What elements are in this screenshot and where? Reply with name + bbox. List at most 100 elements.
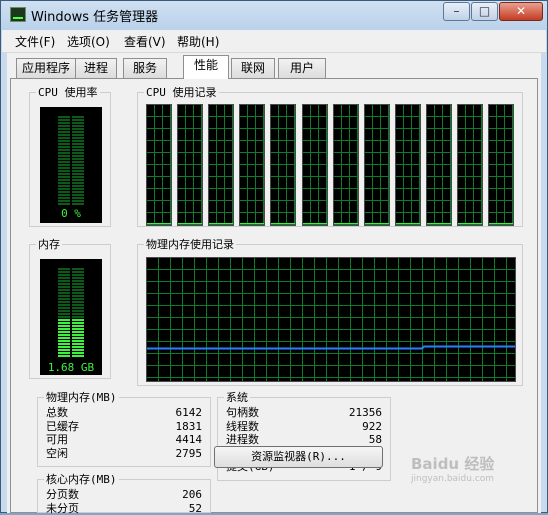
meter-segment (58, 307, 70, 309)
meter-segment (58, 322, 70, 324)
cpu-core-usage-line (209, 223, 233, 224)
stat-label: 总数 (46, 406, 68, 419)
meter-segment (72, 191, 84, 193)
meter-segment (58, 337, 70, 339)
meter-segment (58, 158, 70, 160)
stat-row: 分页数206 (38, 488, 210, 502)
stat-label: 可用 (46, 433, 68, 446)
meter-segment (72, 280, 84, 282)
meter-segment (58, 271, 70, 273)
cpu-core-graph (364, 104, 390, 226)
meter-segment (72, 268, 84, 270)
meter-segment (72, 137, 84, 139)
cpu-core-graph (395, 104, 421, 226)
menu-file[interactable]: 文件(F) (15, 33, 55, 50)
meter-segment (72, 337, 84, 339)
meter-segment (58, 316, 70, 318)
meter-segment (72, 340, 84, 342)
tab-networking[interactable]: 联网 (231, 58, 275, 78)
meter-segment (72, 134, 84, 136)
menu-options[interactable]: 选项(O) (67, 33, 110, 50)
maximize-button[interactable]: □ (471, 2, 498, 21)
meter-segment (58, 176, 70, 178)
meter-segment (58, 185, 70, 187)
memory-history-label: 物理内存使用记录 (144, 236, 236, 252)
meter-segment (72, 286, 84, 288)
meter-segment (58, 340, 70, 342)
meter-segment (58, 143, 70, 145)
meter-segment (58, 152, 70, 154)
meter-segment (72, 316, 84, 318)
meter-segment (58, 119, 70, 121)
meter-segment (72, 179, 84, 181)
meter-segment (58, 313, 70, 315)
meter-segment (72, 200, 84, 202)
resource-monitor-button[interactable]: 资源监视器(R)... (214, 446, 383, 468)
meter-segment (72, 301, 84, 303)
tab-performance[interactable]: 性能 (183, 55, 229, 79)
meter-segment (72, 310, 84, 312)
meter-segment (72, 149, 84, 151)
stat-row: 可用 4414 (38, 433, 210, 447)
meter-segment (58, 268, 70, 270)
meter-segment (58, 298, 70, 300)
stat-value: 58 (369, 433, 382, 446)
meter-segment (72, 152, 84, 154)
tab-services[interactable]: 服务 (123, 58, 167, 78)
meter-segment (72, 343, 84, 345)
watermark: Baidu 经验 jingyan.baidu.com (411, 453, 541, 503)
meter-segment (58, 170, 70, 172)
title-bar[interactable]: Windows 任务管理器 – □ ✕ (1, 1, 547, 29)
minimize-button[interactable]: – (443, 2, 470, 21)
meter-segment (72, 155, 84, 157)
meter-segment (72, 289, 84, 291)
meter-segment (72, 170, 84, 172)
meter-segment (72, 203, 84, 205)
meter-segment (58, 295, 70, 297)
meter-segment (72, 119, 84, 121)
close-button[interactable]: ✕ (499, 2, 543, 21)
meter-segment (58, 304, 70, 306)
physical-memory-group: 物理内存(MB) 总数6142已缓存1831可用4414空闲2795 (37, 397, 211, 467)
watermark-subtext: jingyan.baidu.com (411, 474, 541, 484)
watermark-text: Baidu 经验 (411, 453, 541, 474)
meter-segment (58, 191, 70, 193)
meter-segment (58, 349, 70, 351)
meter-segment (72, 352, 84, 354)
memory-label: 内存 (36, 236, 62, 252)
cpu-core-graph (177, 104, 203, 226)
stat-row: 总数6142 (38, 406, 210, 420)
stat-value: 4414 (176, 433, 203, 446)
tab-applications[interactable]: 应用程序 (16, 58, 76, 78)
meter-segment (58, 310, 70, 312)
meter-segment (58, 292, 70, 294)
meter-segment (58, 188, 70, 190)
tab-users[interactable]: 用户 (278, 58, 326, 78)
meter-segment (58, 352, 70, 354)
meter-segment (72, 313, 84, 315)
cpu-history-group: CPU 使用记录 (137, 92, 523, 227)
meter-segment (72, 355, 84, 357)
meter-segment (58, 197, 70, 199)
menu-help[interactable]: 帮助(H) (177, 33, 219, 50)
meter-segment (58, 140, 70, 142)
meter-segment (72, 164, 84, 166)
tab-processes[interactable]: 进程 (75, 58, 117, 78)
meter-segment (72, 322, 84, 324)
meter-segment (58, 131, 70, 133)
memory-history-graph (146, 257, 516, 382)
system-title: 系统 (224, 389, 250, 405)
stat-row: 空闲2795 (38, 447, 210, 461)
meter-segment (72, 304, 84, 306)
meter-segment (72, 173, 84, 175)
cpu-core-graph (333, 104, 359, 226)
menu-view[interactable]: 查看(V) (124, 33, 166, 50)
stat-row: 线程数922 (218, 420, 390, 434)
meter-segment (58, 122, 70, 124)
meter-segment (58, 149, 70, 151)
stat-row: 进程数58 (218, 433, 390, 447)
meter-segment (72, 334, 84, 336)
meter-segment (72, 295, 84, 297)
stat-value: 2795 (176, 447, 203, 460)
stat-value: 21356 (349, 406, 382, 419)
